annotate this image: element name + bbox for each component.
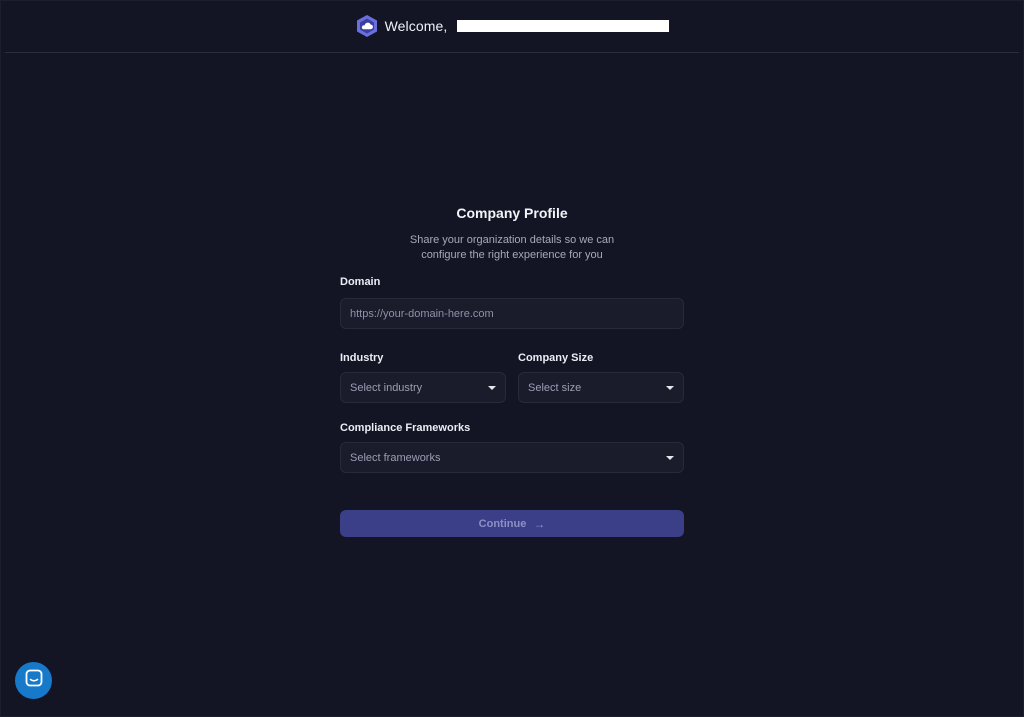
chevron-down-icon: [666, 386, 674, 390]
domain-field[interactable]: [340, 298, 684, 329]
company-profile-form: Company Profile Share your organization …: [340, 203, 684, 537]
company-size-select[interactable]: Select size: [518, 372, 684, 403]
continue-label: Continue: [478, 517, 527, 530]
compliance-select[interactable]: Select frameworks: [340, 442, 684, 473]
company-size-group: Company Size Select size: [518, 351, 684, 403]
domain-input[interactable]: [350, 307, 674, 320]
page-title: Company Profile: [456, 205, 568, 221]
industry-size-row: Industry Select industry Company Size Se…: [340, 351, 684, 403]
app-window: Welcome, Company Profile Share your orga…: [0, 0, 1024, 717]
domain-label: Domain: [340, 276, 381, 288]
domain-group: Domain: [340, 275, 684, 329]
hexagon-cloud-logo-icon: [355, 14, 379, 38]
subtitle-line-2: configure the right experience for you: [421, 249, 603, 261]
compliance-group: Compliance Frameworks Select frameworks: [340, 421, 684, 473]
chevron-down-icon: [488, 386, 496, 390]
chevron-down-icon: [666, 456, 674, 460]
chat-bubble-icon: [25, 669, 43, 692]
arrow-right-icon: →: [533, 516, 546, 531]
chat-widget-button[interactable]: [15, 662, 52, 699]
welcome-text: Welcome,: [384, 17, 448, 34]
top-header: Welcome,: [5, 1, 1019, 53]
continue-button[interactable]: Continue →: [340, 510, 684, 537]
redacted-user-name: [457, 19, 670, 32]
company-size-selected-value: Select size: [528, 381, 582, 394]
page-subtitle: Share your organization details so we ca…: [340, 233, 684, 263]
company-size-label: Company Size: [518, 352, 594, 364]
industry-selected-value: Select industry: [350, 381, 423, 394]
compliance-selected-value: Select frameworks: [350, 451, 441, 464]
industry-select[interactable]: Select industry: [340, 372, 506, 403]
subtitle-line-1: Share your organization details so we ca…: [409, 234, 615, 246]
compliance-label: Compliance Frameworks: [340, 422, 471, 434]
header-greeting: Welcome,: [355, 14, 670, 38]
industry-label: Industry: [340, 352, 384, 364]
industry-group: Industry Select industry: [340, 351, 506, 403]
